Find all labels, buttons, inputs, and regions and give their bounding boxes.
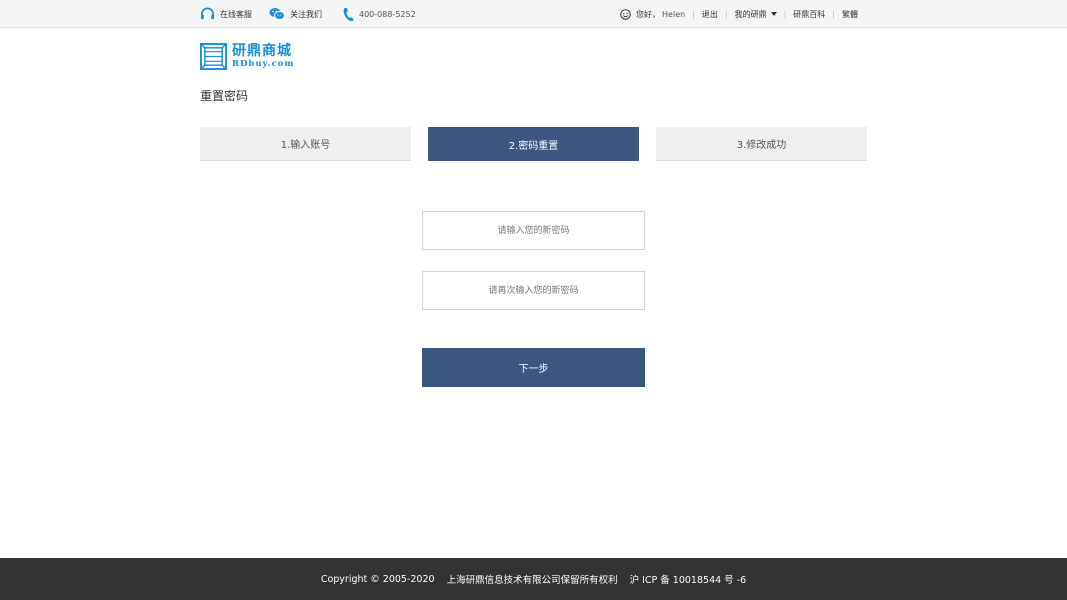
user-greeting: 您好， Helen bbox=[620, 8, 686, 20]
logo-domain: RDbuy.com bbox=[232, 58, 295, 69]
phone-icon bbox=[343, 7, 354, 21]
phone-number: 400-088-5252 bbox=[342, 7, 416, 22]
confirm-password-field bbox=[422, 271, 645, 310]
footer: Copyright © 2005-2020 上海研鼎信息技术有限公司保留所有权利… bbox=[0, 558, 1067, 600]
divider: | bbox=[692, 9, 695, 19]
logout-link[interactable]: 退出 bbox=[702, 9, 718, 20]
top-bar: 在线客服 关注我们 400-088-5252 您好， Helen | 退出 | … bbox=[0, 0, 1067, 28]
top-bar-right: 您好， Helen | 退出 | 我的研鼎 | 研鼎百科 | 繁體 bbox=[620, 0, 858, 28]
encyclopedia-link[interactable]: 研鼎百科 bbox=[793, 9, 825, 20]
username: Helen bbox=[662, 9, 686, 19]
site-logo[interactable]: 研鼎商城 RDbuy.com bbox=[200, 42, 294, 70]
smiley-icon bbox=[620, 8, 631, 20]
progress-steps: 1.输入账号 2.密码重置 3.修改成功 bbox=[200, 127, 867, 161]
page-title: 重置密码 bbox=[200, 89, 249, 103]
step-enter-account: 1.输入账号 bbox=[200, 127, 411, 161]
follow-us-label: 关注我们 bbox=[290, 9, 322, 19]
phone-number-text: 400-088-5252 bbox=[359, 9, 416, 19]
follow-us-link[interactable]: 关注我们 bbox=[269, 7, 322, 21]
logo-text: 研鼎商城 RDbuy.com bbox=[232, 44, 294, 69]
traditional-chinese-link[interactable]: 繁體 bbox=[842, 9, 858, 20]
online-service-link[interactable]: 在线客服 bbox=[200, 7, 252, 21]
logo-mark-icon bbox=[200, 42, 227, 70]
company-rights-text: 上海研鼎信息技术有限公司保留所有权利 bbox=[446, 575, 618, 586]
my-account-label: 我的研鼎 bbox=[734, 9, 767, 19]
logo-chinese-name: 研鼎商城 bbox=[232, 42, 292, 59]
next-step-button[interactable]: 下一步 bbox=[422, 348, 645, 387]
online-service-label: 在线客服 bbox=[220, 9, 252, 19]
new-password-input[interactable] bbox=[423, 212, 644, 249]
confirm-password-input[interactable] bbox=[423, 272, 644, 309]
icp-license-text: 沪 ICP 备 10018544 号 -6 bbox=[629, 575, 747, 586]
divider: | bbox=[724, 9, 728, 19]
chevron-down-icon bbox=[770, 12, 777, 16]
divider: | bbox=[832, 9, 835, 19]
step-reset-password: 2.密码重置 bbox=[428, 127, 639, 161]
top-bar-left: 在线客服 关注我们 400-088-5252 bbox=[200, 0, 416, 28]
copyright-text: Copyright © 2005-2020 bbox=[320, 573, 435, 585]
my-account-dropdown[interactable]: 我的研鼎 bbox=[735, 9, 777, 20]
step-success: 3.修改成功 bbox=[656, 127, 867, 161]
divider: | bbox=[783, 9, 787, 19]
wechat-icon bbox=[269, 8, 285, 20]
headset-icon bbox=[200, 7, 215, 20]
new-password-field bbox=[422, 211, 645, 250]
greeting-text: 您好， bbox=[636, 9, 661, 19]
